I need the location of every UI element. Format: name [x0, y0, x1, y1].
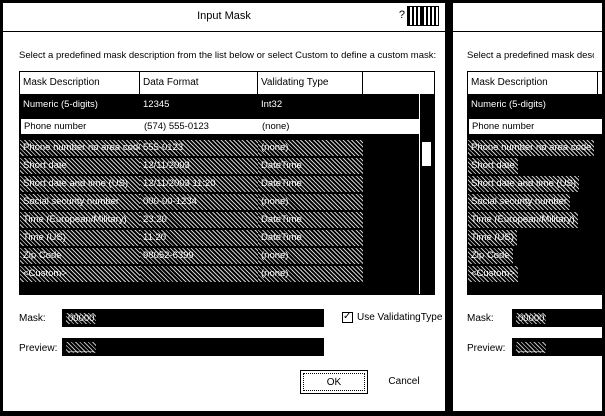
- cell-description: Social security number: [468, 194, 571, 210]
- cell-format: (574) 555-0123: [144, 121, 209, 132]
- column-header-description[interactable]: Mask Description: [20, 72, 140, 94]
- cell-description: Time (European/Military): [468, 212, 578, 228]
- preview-value: _____: [516, 342, 547, 353]
- cell-format: 555-0123: [140, 140, 258, 156]
- cell-type: (none): [258, 248, 363, 264]
- cell-description: <Custom>: [20, 266, 140, 282]
- column-header-type[interactable]: Validating Type: [258, 72, 363, 94]
- cell-description: Zip Code: [20, 248, 140, 264]
- title-bar[interactable]: [453, 3, 602, 32]
- mask-list[interactable]: Mask Description Numeric (5-digits) Phon…: [467, 71, 602, 295]
- mask-value: 00000: [516, 313, 547, 324]
- title-bar[interactable]: Input Mask ?: [3, 3, 445, 32]
- cell-description: Zip Code: [468, 248, 513, 264]
- cell-format: 000-00-1234: [140, 194, 258, 210]
- list-item[interactable]: Phone number: [468, 118, 602, 135]
- preview-label: Preview:: [19, 343, 58, 354]
- cell-type: (none): [262, 121, 290, 132]
- cell-description: Time (European/Military): [20, 212, 140, 228]
- cell-type: DateTime: [258, 176, 363, 192]
- cell-type: DateTime: [258, 212, 363, 228]
- list-item[interactable]: Short date: [468, 158, 602, 174]
- list-item[interactable]: Phone number no area code: [468, 140, 602, 156]
- list-item[interactable]: Time (European/Military): [468, 212, 602, 228]
- cell-description: Time (US): [20, 230, 140, 246]
- column-header-description[interactable]: Mask Description: [468, 72, 598, 94]
- cell-description: Short date and time (US): [468, 176, 580, 192]
- cell-description: Short date: [468, 158, 518, 174]
- cell-description: Phone number no area code: [468, 140, 595, 156]
- mask-input[interactable]: 00000: [61, 308, 325, 328]
- dialog-title: Input Mask: [197, 10, 251, 22]
- cell-type: (none): [258, 140, 363, 156]
- cell-format: 11:20: [140, 230, 258, 246]
- cell-type: DateTime: [258, 158, 363, 174]
- cell-description: <Custom>: [468, 266, 518, 282]
- instruction-text: Select a predefined mask description fro…: [467, 50, 594, 61]
- mask-list[interactable]: Mask Description Data Format Validating …: [19, 71, 435, 295]
- list-item[interactable]: Time (US) 11:20 DateTime: [20, 230, 434, 246]
- cell-description: Short date: [20, 158, 140, 174]
- cell-description: Phone number: [472, 121, 535, 132]
- preview-input[interactable]: _____: [511, 337, 602, 357]
- preview-input[interactable]: _____: [61, 337, 325, 357]
- cell-description: Short date and time (US): [20, 176, 140, 192]
- cell-type: DateTime: [258, 230, 363, 246]
- window-control-icon[interactable]: [407, 6, 421, 26]
- list-item[interactable]: Social security number 000-00-1234 (none…: [20, 194, 434, 210]
- list-item[interactable]: Social security number: [468, 194, 602, 210]
- list-item[interactable]: Time (US): [468, 230, 602, 246]
- use-validating-type-checkbox[interactable]: [342, 311, 353, 323]
- list-item[interactable]: Time (European/Military) 23:20 DateTime: [20, 212, 434, 228]
- column-header-format[interactable]: Data Format: [140, 72, 258, 94]
- list-item[interactable]: <Custom> (none): [20, 266, 434, 282]
- use-validating-type-label[interactable]: Use ValidatingType: [357, 312, 442, 323]
- cell-format: [140, 266, 258, 282]
- list-item[interactable]: Phone number no area code 555-0123 (none…: [20, 140, 434, 156]
- mask-label: Mask:: [467, 313, 494, 324]
- mask-value: 00000: [66, 313, 97, 324]
- list-item[interactable]: Zip Code: [468, 248, 602, 264]
- list-scrollbar[interactable]: [419, 94, 434, 294]
- cell-description: Time (US): [468, 230, 517, 246]
- cell-description: Social security number: [20, 194, 140, 210]
- preview-value: _____: [66, 342, 97, 353]
- list-item[interactable]: <Custom>: [468, 266, 602, 282]
- cell-description: Phone number no area code: [20, 140, 140, 156]
- ok-button[interactable]: OK: [300, 370, 368, 394]
- input-mask-dialog: Input Mask ? Select a predefined mask de…: [2, 2, 446, 412]
- cell-format: 98052-6399: [140, 248, 258, 264]
- cell-type: (none): [258, 194, 363, 210]
- list-item[interactable]: Numeric (5-digits): [468, 97, 602, 113]
- close-icon[interactable]: [421, 6, 439, 26]
- mask-input[interactable]: 00000: [511, 308, 602, 328]
- cell-type: Int32: [261, 99, 283, 110]
- cell-format: 12/11/2003 11:20: [140, 176, 258, 192]
- input-mask-dialog-duplicate: Select a predefined mask description fro…: [452, 2, 603, 412]
- cell-description: Numeric (5-digits): [23, 99, 98, 110]
- cell-format: 12/11/2003: [140, 158, 258, 174]
- cell-description: Phone number: [24, 121, 87, 132]
- list-item[interactable]: Short date 12/11/2003 DateTime: [20, 158, 434, 174]
- cell-format: 23:20: [140, 212, 258, 228]
- list-item[interactable]: Numeric (5-digits) 12345 Int32: [20, 97, 434, 113]
- mask-label: Mask:: [19, 313, 46, 324]
- list-header: Mask Description: [468, 72, 602, 95]
- list-item[interactable]: Phone number (574) 555-0123 (none): [20, 118, 434, 135]
- cell-format: 12345: [143, 99, 170, 110]
- list-header: Mask Description Data Format Validating …: [20, 72, 434, 95]
- instruction-text: Select a predefined mask description fro…: [19, 50, 437, 61]
- list-item[interactable]: Short date and time (US): [468, 176, 602, 192]
- help-button[interactable]: ?: [399, 9, 405, 21]
- cell-description: Numeric (5-digits): [471, 99, 546, 110]
- cell-type: (none): [258, 266, 363, 282]
- cancel-button[interactable]: Cancel: [373, 370, 435, 394]
- preview-label: Preview:: [467, 343, 506, 354]
- list-item[interactable]: Short date and time (US) 12/11/2003 11:2…: [20, 176, 434, 192]
- list-item[interactable]: Zip Code 98052-6399 (none): [20, 248, 434, 264]
- scrollbar-thumb[interactable]: [422, 142, 431, 166]
